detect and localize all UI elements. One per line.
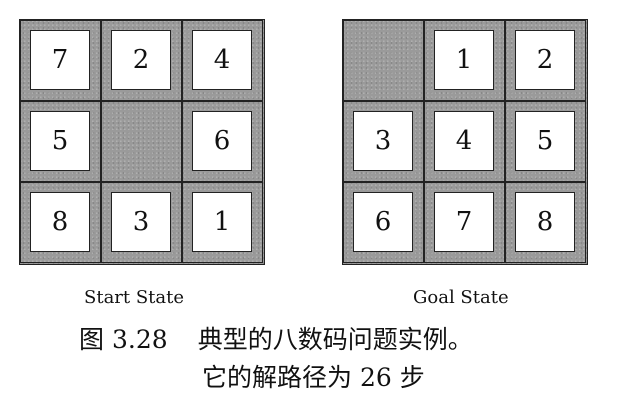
caption-prefix: 图	[79, 325, 105, 354]
start-cell-4: 5	[20, 101, 101, 182]
caption-text: 典型的八数码问题实例。	[197, 325, 473, 354]
goal-cell-6: 5	[505, 101, 586, 182]
start-tile-6: 6	[192, 111, 252, 171]
goal-tile-2: 1	[434, 30, 494, 90]
goal-cell-3: 2	[505, 20, 586, 101]
start-tile-8: 3	[111, 192, 171, 252]
start-state-board: 7 2 4 5 6 8 3 1	[19, 19, 265, 265]
start-cell-1: 7	[20, 20, 101, 101]
goal-tile-3: 2	[515, 30, 575, 90]
goal-state-board: 1 2 3 4 5 6 7 8	[342, 19, 588, 265]
goal-state-label: Goal State	[413, 287, 509, 308]
start-blank-cell	[101, 101, 182, 182]
goal-cell-9: 8	[505, 182, 586, 263]
start-tile-7: 8	[30, 192, 90, 252]
start-cell-2: 2	[101, 20, 182, 101]
start-state-label: Start State	[84, 287, 185, 308]
goal-tile-7: 6	[353, 192, 413, 252]
start-tile-3: 4	[192, 30, 252, 90]
goal-cell-2: 1	[424, 20, 505, 101]
start-tile-4: 5	[30, 111, 90, 171]
goal-cell-4: 3	[343, 101, 424, 182]
caption-number: 3.28	[112, 325, 168, 354]
goal-tile-4: 3	[353, 111, 413, 171]
start-tile-2: 2	[111, 30, 171, 90]
start-tile-1: 7	[30, 30, 90, 90]
figure-caption: 图 3.28 典型的八数码问题实例。	[79, 320, 473, 356]
goal-cell-7: 6	[343, 182, 424, 263]
goal-tile-8: 7	[434, 192, 494, 252]
start-cell-3: 4	[182, 20, 263, 101]
goal-cell-5: 4	[424, 101, 505, 182]
goal-tile-5: 4	[434, 111, 494, 171]
goal-cell-8: 7	[424, 182, 505, 263]
start-cell-9: 1	[182, 182, 263, 263]
start-cell-8: 3	[101, 182, 182, 263]
start-cell-6: 6	[182, 101, 263, 182]
caption-line-2: 它的解路径为 26 步	[202, 363, 425, 392]
start-cell-7: 8	[20, 182, 101, 263]
goal-tile-6: 5	[515, 111, 575, 171]
goal-blank-cell	[343, 20, 424, 101]
start-tile-9: 1	[192, 192, 252, 252]
goal-tile-9: 8	[515, 192, 575, 252]
